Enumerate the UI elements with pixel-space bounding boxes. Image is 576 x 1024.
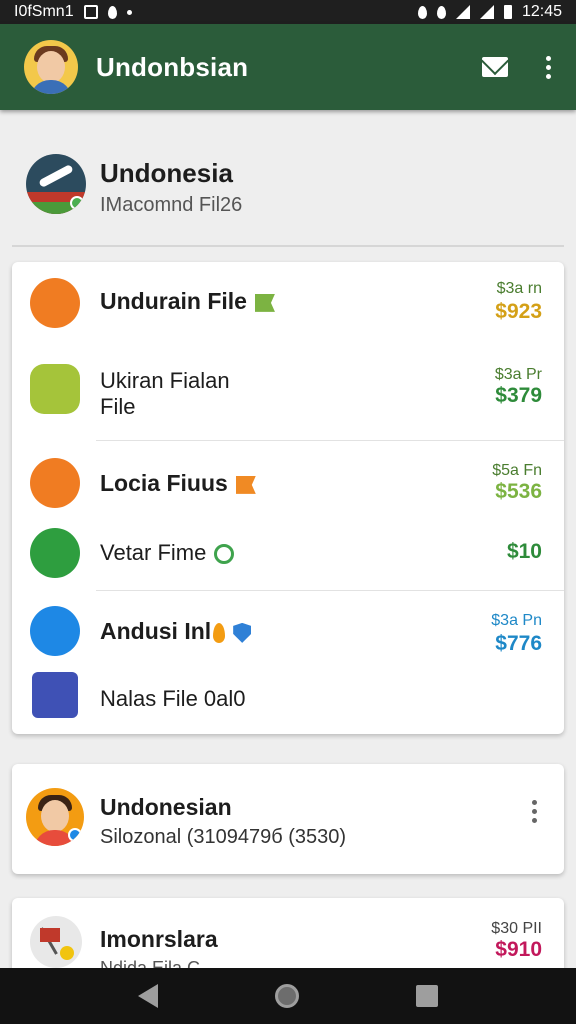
battery-icon: [503, 5, 512, 19]
list-item-label: Nalas File 0al0: [100, 686, 246, 711]
drop-icon: [107, 5, 117, 19]
price-rate: $5a Fn: [492, 462, 542, 479]
mail-icon[interactable]: [482, 57, 508, 77]
dot-icon: [126, 9, 132, 15]
alarm-icon: [417, 5, 427, 19]
header-section: Undonesia IMacomnd Fil26: [0, 110, 576, 250]
file-list-card: Undurain File $3a rn $923 Ukiran Fialan …: [12, 262, 564, 734]
price-rate: $30 PII: [491, 920, 542, 937]
header-title: Undonesia: [100, 158, 233, 188]
file-icon: [30, 364, 80, 414]
orange-tag-icon: [235, 475, 256, 494]
circle-plus-icon: [214, 544, 235, 565]
list-item-title: Imonrslara: [100, 926, 218, 952]
price-rate: $3a Pr: [494, 366, 542, 383]
shield-status-icon: [436, 5, 446, 19]
calendar-icon: [83, 5, 98, 19]
wifi-icon: [479, 5, 494, 19]
price-value: $536: [495, 480, 542, 503]
list-item[interactable]: Andusi Inl $3a Pn $776: [12, 602, 564, 664]
file-icon: [30, 606, 80, 656]
recents-icon[interactable]: [415, 985, 438, 1007]
more-vert-icon[interactable]: [546, 55, 552, 79]
flag-icon: [30, 916, 82, 968]
file-icon: [30, 528, 80, 578]
price-value: $923: [495, 300, 542, 323]
home-icon[interactable]: [274, 984, 299, 1008]
shield-icon: [233, 622, 252, 643]
list-item[interactable]: Nalas File 0al0: [12, 670, 564, 726]
contact-name: Undonesian: [100, 794, 232, 820]
price-value: $10: [506, 540, 542, 563]
row-divider: [96, 440, 564, 441]
price-value: $776: [495, 632, 542, 655]
flame-icon: [213, 622, 226, 643]
green-tag-icon: [254, 293, 275, 312]
list-item[interactable]: Ukiran Fialan File $3a Pr $379: [12, 358, 564, 440]
header-subtitle: IMacomnd Fil26: [100, 194, 243, 216]
contact-phone: Silozonal (3109479б (3530): [100, 826, 347, 848]
status-time: 12:45: [521, 3, 562, 20]
contact-card[interactable]: Undonesian Silozonal (3109479б (3530): [12, 764, 564, 874]
list-item-label: Vetar Fime: [100, 540, 207, 565]
more-vert-icon[interactable]: [532, 800, 538, 823]
app-bar: Undonbsian: [0, 24, 576, 110]
price-value: $379: [495, 384, 542, 407]
list-item-label: Andusi Inl: [100, 618, 212, 644]
signal-icon: [455, 5, 470, 19]
list-item[interactable]: Locia Fiuus $5a Fn $536: [12, 454, 564, 516]
back-icon[interactable]: [138, 984, 159, 1008]
status-left-text: I0fSmn1: [14, 3, 74, 20]
avatar[interactable]: [24, 40, 78, 94]
contact-avatar: [26, 788, 84, 846]
navigation-bar: [0, 968, 576, 1024]
price-rate: $3a rn: [496, 280, 542, 297]
status-bar: I0fSmn1 12:45: [0, 0, 576, 24]
file-icon: [30, 278, 80, 328]
price-value: $910: [495, 938, 542, 961]
row-divider: [96, 590, 564, 591]
divider: [12, 245, 564, 247]
list-item-label: Locia Fiuus: [100, 470, 228, 496]
list-item-label: Ukiran Fialan File: [100, 368, 230, 419]
app-logo-icon: [26, 154, 86, 214]
send-icon: [32, 672, 78, 718]
list-item[interactable]: Undurain File $3a rn $923: [12, 276, 564, 356]
file-icon: [30, 458, 80, 508]
list-item-label: Undurain File: [100, 288, 247, 314]
price-rate: $3a Pn: [491, 612, 542, 629]
list-item[interactable]: Vetar Fime $10: [12, 524, 564, 586]
app-title: Undonbsian: [96, 51, 249, 82]
